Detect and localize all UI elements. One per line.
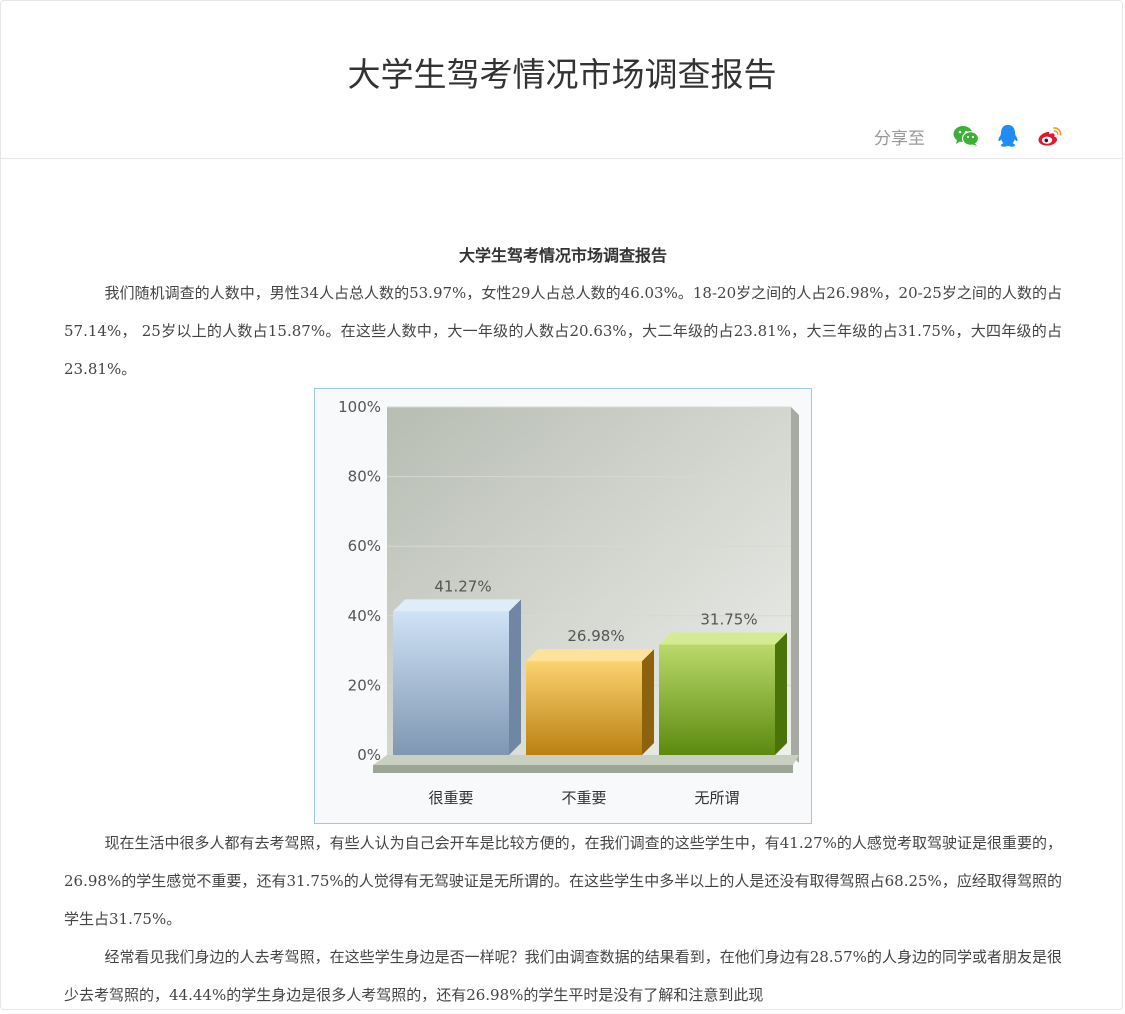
qq-share-button[interactable] [995, 123, 1021, 149]
bar-value-label: 26.98% [567, 627, 624, 645]
y-tick-label: 0% [357, 746, 381, 764]
bar-side [509, 599, 521, 755]
plot-floor-top [373, 755, 799, 765]
wechat-share-button[interactable] [953, 123, 979, 149]
weibo-icon [1038, 127, 1062, 146]
bar [393, 611, 509, 755]
bar-side [775, 632, 787, 755]
plot-floor-front [373, 765, 793, 773]
weibo-share-button[interactable] [1037, 123, 1063, 149]
x-category-label: 很重要 [428, 789, 473, 807]
bar [659, 644, 775, 755]
bar-value-label: 31.75% [700, 611, 757, 629]
y-tick-label: 60% [348, 537, 381, 555]
share-label: 分享至 [874, 128, 925, 149]
bar-value-label: 41.27% [434, 577, 491, 595]
x-category-label: 不重要 [561, 789, 606, 807]
article-paragraph-2: 现在生活中很多人都有去考驾照，有些人认为自己会开车是比较方便的，在我们调查的这些… [64, 834, 1062, 928]
x-category-label: 无所谓 [694, 789, 739, 807]
bar [526, 661, 642, 755]
page-title: 大学生驾考情况市场调查报告 [347, 55, 777, 94]
article-content: 大学生驾考情况市场调查报告 我们随机调查的人数中，男性34人占总人数的53.97… [64, 238, 1062, 1014]
y-tick-label: 40% [348, 607, 381, 625]
bar-top [393, 599, 521, 612]
plot-side-wall [791, 407, 799, 763]
article-paragraph-1: 我们随机调查的人数中，男性34人占总人数的53.97%，女性29人占总人数的46… [64, 284, 1062, 378]
bar-side [642, 649, 654, 755]
page-header: 大学生驾考情况市场调查报告 分享至 [1, 1, 1123, 159]
bar-top [659, 632, 787, 645]
y-tick-label: 100% [338, 398, 381, 416]
bar-top [526, 649, 654, 662]
wechat-icon [953, 126, 979, 146]
bar-chart: 0% 20% 40% 60% 80% 100% 41.27% 很重要 26.98% 不重要 31.… [314, 388, 812, 824]
article-title: 大学生驾考情况市场调查报告 [458, 246, 667, 265]
qq-icon [998, 125, 1018, 147]
share-bar: 分享至 [874, 121, 1063, 151]
y-tick-label: 80% [348, 468, 381, 486]
bar-chart-svg: 0% 20% 40% 60% 80% 100% 41.27% 很重要 26.98% 不重要 31.… [338, 398, 799, 807]
y-tick-label: 20% [348, 676, 381, 694]
article-paragraph-3: 经常看见我们身边的人去考驾照，在这些学生身边是否一样呢？我们由调查数据的结果看到… [64, 948, 1062, 1004]
